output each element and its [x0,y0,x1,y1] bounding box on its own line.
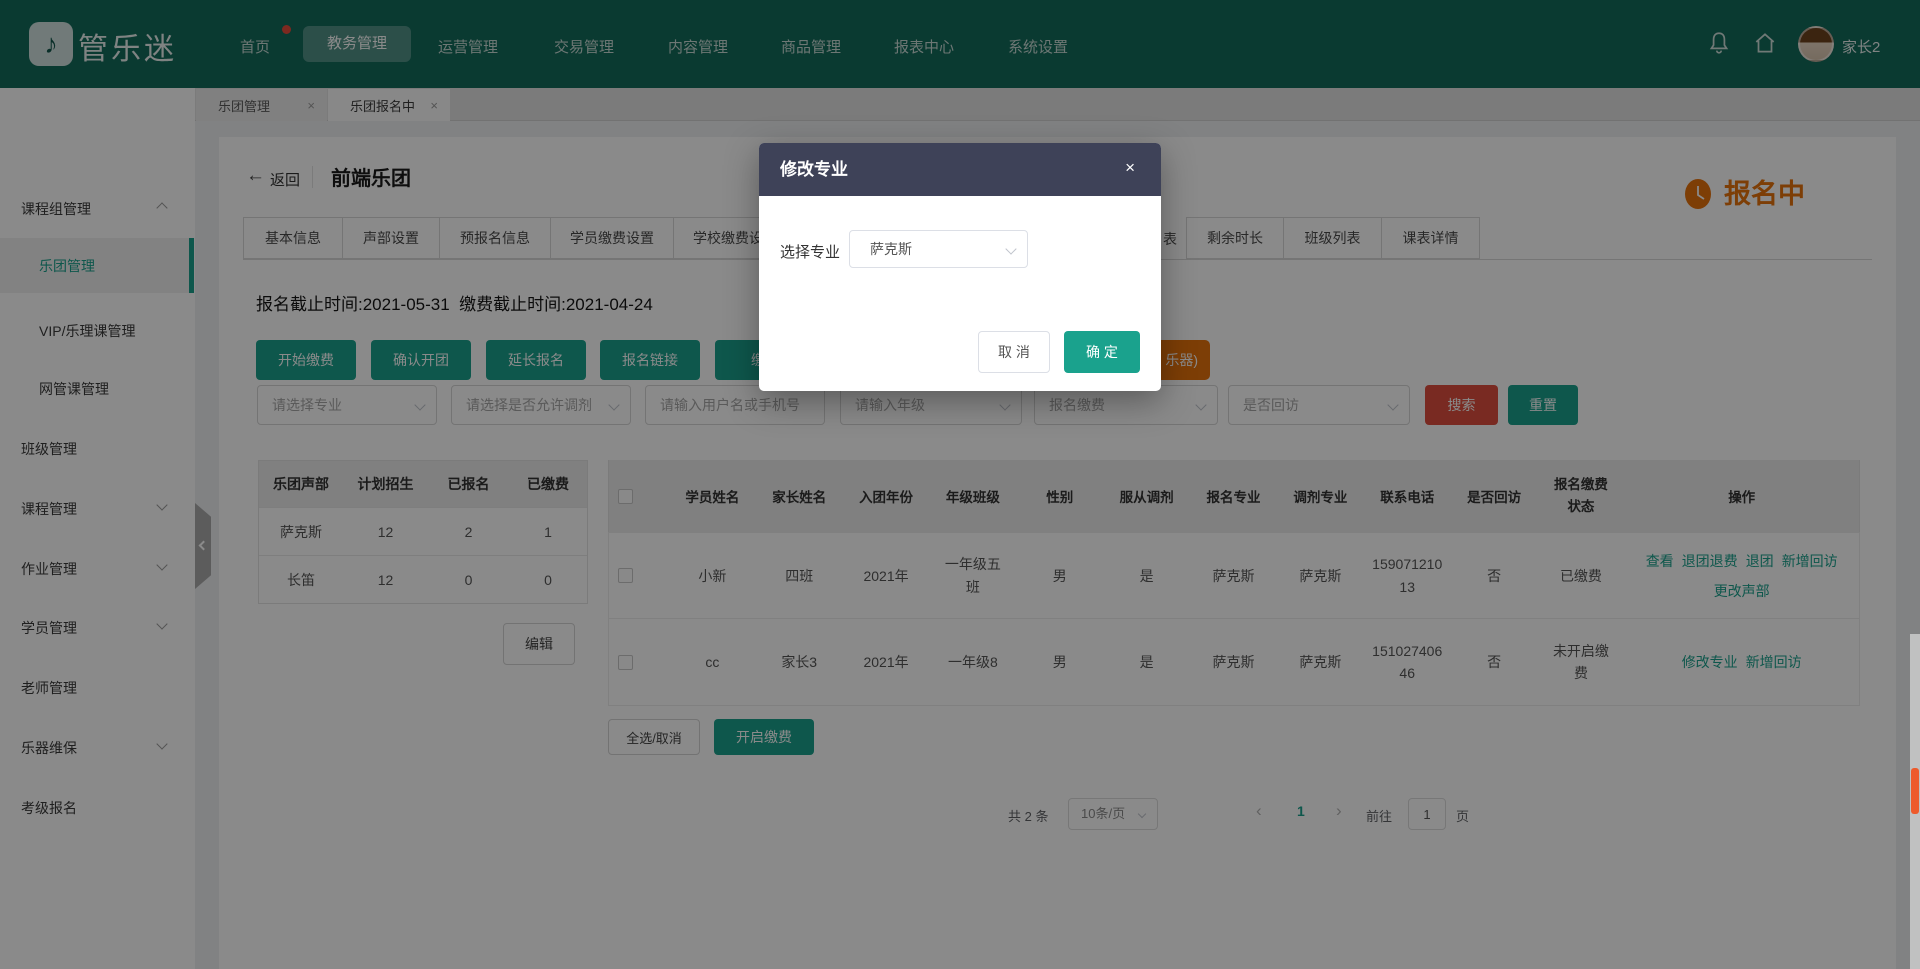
chevron-down-icon [1005,243,1016,254]
app-window: ♪ 管乐迷 首页 教务管理 运营管理 交易管理 内容管理 商品管理 报表中心 系… [0,0,1920,969]
close-icon[interactable]: × [1125,158,1135,178]
major-select-value: 萨克斯 [870,241,912,257]
cancel-button[interactable]: 取 消 [978,331,1050,373]
modify-major-modal: 修改专业 × 选择专业 萨克斯 取 消 确 定 [759,143,1161,391]
select-major-label: 选择专业 [780,241,840,262]
modal-title: 修改专业 [780,143,848,196]
major-select[interactable]: 萨克斯 [849,230,1028,268]
scrollbar-thumb[interactable] [1911,768,1919,814]
modal-header: 修改专业 × [759,143,1161,196]
confirm-button[interactable]: 确 定 [1064,331,1140,373]
